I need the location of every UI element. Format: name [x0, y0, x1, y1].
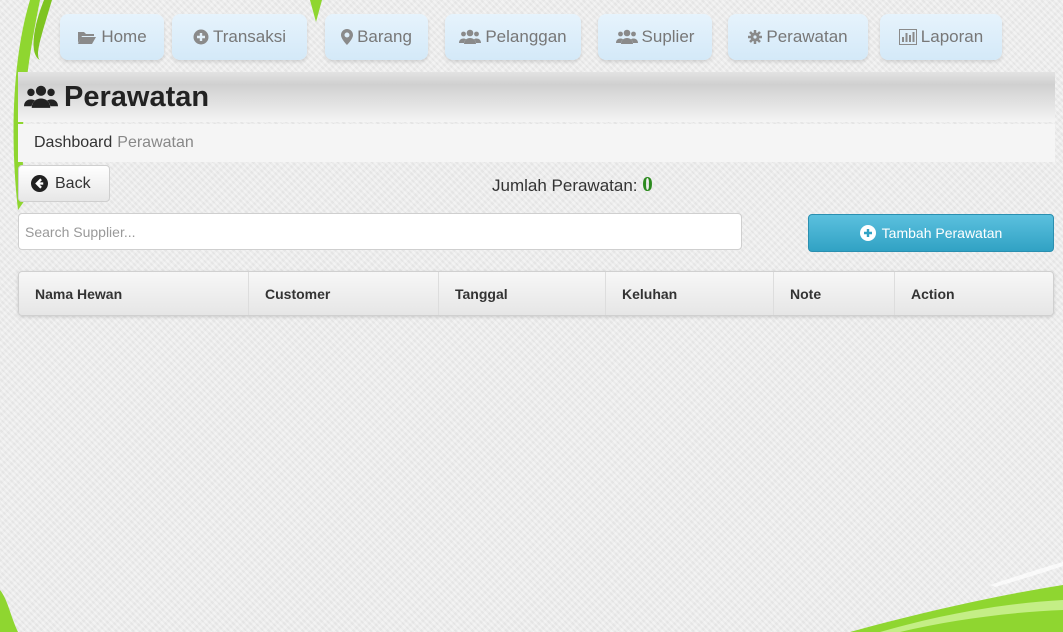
back-button-label: Back: [55, 174, 91, 192]
nav-tab-laporan[interactable]: Laporan: [880, 14, 1002, 60]
nav-label: Barang: [357, 27, 412, 46]
record-count-label: Jumlah Perawatan:: [492, 176, 638, 195]
nav-tab-transaksi[interactable]: Transaksi: [172, 14, 307, 60]
back-button[interactable]: Back: [18, 165, 110, 202]
column-header-tanggal[interactable]: Tanggal: [439, 272, 606, 315]
nav-label: Pelanggan: [485, 27, 567, 46]
circle-arrow-left-icon: [31, 175, 48, 192]
column-header-nama-hewan[interactable]: Nama Hewan: [19, 272, 249, 315]
column-header-customer[interactable]: Customer: [249, 272, 439, 315]
users-icon: [615, 29, 638, 45]
add-button-label: Tambah Perawatan: [881, 225, 1003, 241]
breadcrumb-current: Perawatan: [117, 134, 194, 151]
record-count: Jumlah Perawatan: 0: [492, 172, 653, 197]
nav-label: Home: [101, 27, 147, 46]
map-marker-icon: [341, 29, 354, 45]
nav-label: Suplier: [641, 27, 695, 46]
nav-tab-pelanggan[interactable]: Pelanggan: [445, 14, 581, 60]
search-input[interactable]: [18, 213, 742, 250]
users-icon: [459, 29, 482, 45]
add-perawatan-button[interactable]: Tambah Perawatan: [808, 214, 1054, 252]
plus-circle-icon: [193, 29, 209, 45]
bar-chart-icon: [898, 29, 917, 45]
nav-tab-barang[interactable]: Barang: [325, 14, 428, 60]
nav-label: Perawatan: [766, 27, 848, 46]
plus-circle-icon: [859, 225, 876, 241]
cog-icon: [748, 30, 763, 44]
page-title: Perawatan: [64, 80, 210, 113]
nav-label: Transaksi: [212, 27, 287, 46]
column-header-action[interactable]: Action: [895, 272, 1053, 315]
column-header-keluhan[interactable]: Keluhan: [606, 272, 774, 315]
nav-label: Laporan: [920, 27, 984, 46]
breadcrumb-dashboard[interactable]: Dashboard: [34, 134, 112, 152]
column-header-note[interactable]: Note: [774, 272, 895, 315]
page-header: Perawatan: [18, 72, 1055, 122]
data-table: Nama Hewan Customer Tanggal Keluhan Note…: [18, 271, 1054, 316]
breadcrumb: Dashboard Perawatan: [18, 124, 1055, 162]
folder-open-icon: [77, 29, 97, 45]
users-icon: [24, 84, 58, 110]
nav-tab-home[interactable]: Home: [60, 14, 164, 60]
nav-tab-perawatan[interactable]: Perawatan: [728, 14, 868, 60]
nav-tab-suplier[interactable]: Suplier: [598, 14, 712, 60]
record-count-value: 0: [642, 172, 653, 196]
